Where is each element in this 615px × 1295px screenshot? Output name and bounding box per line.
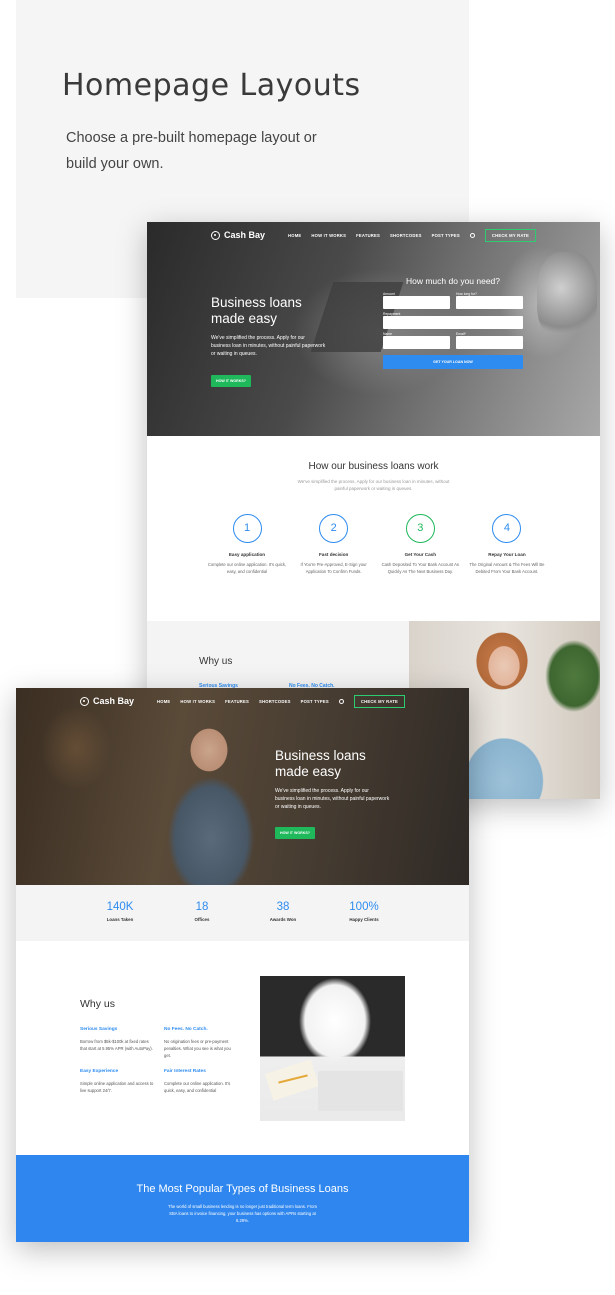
step-title: Fast decision xyxy=(318,552,349,557)
feature-title: Fair Interest Rates xyxy=(164,1069,206,1074)
check-rate-button[interactable]: CHECK MY RATE xyxy=(353,694,405,708)
stat-label: Loans Taken xyxy=(106,917,134,922)
stat-value: 140K xyxy=(106,901,134,913)
repayment-field[interactable] xyxy=(383,316,523,329)
hero-headline: Business loans made easy xyxy=(275,748,366,779)
step-number-circle: 3 xyxy=(405,514,435,543)
stat-value: 100% xyxy=(349,901,379,913)
steps-list: 1 Easy application Complete our online a… xyxy=(207,514,547,575)
nav-item-shortcodes[interactable]: SHORTCODES xyxy=(390,233,422,238)
nav-item-home[interactable]: HOME xyxy=(288,233,301,238)
hero-subtext: We've simplified the process. Apply for … xyxy=(275,788,390,810)
logo-icon xyxy=(211,230,220,240)
step-item: 3 Get Your Cash Cash Deposited To Your B… xyxy=(380,514,460,575)
stat-item: 18 Offices xyxy=(172,901,232,922)
popular-loans-band: The Most Popular Types of Business Loans… xyxy=(16,1155,469,1242)
step-description: Complete our online application. It's qu… xyxy=(207,562,287,574)
laptop-image xyxy=(318,1071,403,1111)
feature-title: Easy Experience xyxy=(80,1069,119,1074)
why-us-section: Why us Serious Savings Borrow from $5k-$… xyxy=(16,941,469,1155)
feature-title: No Fees. No Catch. xyxy=(164,1027,208,1032)
popular-description: The world of small business lending is n… xyxy=(168,1204,317,1223)
brand-logo[interactable]: Cash Bay xyxy=(80,696,134,706)
step-description: If You're Pre-Approved, E-Sign your Appl… xyxy=(300,562,367,574)
stat-label: Offices xyxy=(194,917,210,922)
nav-menu: HOME HOW IT WORKS FEATURES SHORTCODES PO… xyxy=(288,228,536,242)
brand-name: Cash Bay xyxy=(224,230,266,240)
nav-item-post-types[interactable]: POST TYPES xyxy=(432,233,460,238)
step-description: The Original Amount & The Fees Will Be D… xyxy=(469,562,545,574)
layout-preview-2[interactable]: Cash Bay HOME HOW IT WORKS FEATURES SHOR… xyxy=(16,688,469,1242)
step-title: Easy application xyxy=(228,552,266,557)
stat-item: 38 Awards Won xyxy=(253,901,313,922)
stat-value: 38 xyxy=(276,901,290,913)
check-rate-button[interactable]: CHECK MY RATE xyxy=(484,228,536,242)
hero-section: Cash Bay HOME HOW IT WORKS FEATURES SHOR… xyxy=(16,688,469,885)
feature-description: Complete our online application. It's qu… xyxy=(164,1081,231,1093)
hero-headline: Business loans made easy xyxy=(211,295,302,326)
feature-item: Easy Experience Simple online applicatio… xyxy=(80,1069,154,1094)
step-description: Cash Deposited To Your Bank Account As Q… xyxy=(381,562,460,574)
step-number-circle: 4 xyxy=(492,514,522,543)
term-field[interactable] xyxy=(456,296,523,309)
hero-plant-image xyxy=(537,252,597,342)
feature-title: Serious Savings xyxy=(80,1027,118,1032)
step-title: Repay Your Loan xyxy=(488,552,526,557)
feature-description: No origination fees or pre-payment penal… xyxy=(164,1039,231,1058)
stat-label: Awards Won xyxy=(269,917,297,922)
step-item: 2 Fast decision If You're Pre-Approved, … xyxy=(294,514,374,575)
page-title: Homepage Layouts xyxy=(62,68,361,103)
step-item: 4 Repay Your Loan The Original Amount & … xyxy=(467,514,547,575)
amount-field[interactable] xyxy=(383,296,450,309)
laptop-desk-photo xyxy=(260,976,405,1121)
popular-title: The Most Popular Types of Business Loans xyxy=(136,1183,349,1195)
nav-item-post-types[interactable]: POST TYPES xyxy=(301,699,329,704)
brand-logo[interactable]: Cash Bay xyxy=(211,230,265,240)
stat-item: 140K Loans Taken xyxy=(90,901,150,922)
top-nav: Cash Bay HOME HOW IT WORKS FEATURES SHOR… xyxy=(147,222,600,248)
hero-subtext: We've simplified the process. Apply for … xyxy=(211,335,326,357)
stat-label: Happy Clients xyxy=(349,917,379,922)
nav-item-how-it-works[interactable]: HOW IT WORKS xyxy=(180,699,215,704)
nav-item-shortcodes[interactable]: SHORTCODES xyxy=(259,699,291,704)
top-nav: Cash Bay HOME HOW IT WORKS FEATURES SHOR… xyxy=(16,688,469,714)
step-item: 1 Easy application Complete our online a… xyxy=(207,514,287,575)
nav-item-how-it-works[interactable]: HOW IT WORKS xyxy=(311,233,346,238)
stats-bar: 140K Loans Taken 18 Offices 38 Awards Wo… xyxy=(16,885,469,941)
email-field[interactable] xyxy=(456,336,523,349)
step-title: Get Your Cash xyxy=(404,552,437,557)
feature-item: No Fees. No Catch. No origination fees o… xyxy=(164,1027,238,1059)
hero-section: Cash Bay HOME HOW IT WORKS FEATURES SHOR… xyxy=(147,222,600,436)
get-loan-button[interactable]: GET YOUR LOAN NOW xyxy=(383,355,523,369)
search-icon[interactable] xyxy=(338,698,344,704)
nav-item-features[interactable]: FEATURES xyxy=(225,699,249,704)
how-subtitle: We've simplified the process. Apply for … xyxy=(297,479,450,491)
why-title: Why us xyxy=(80,998,116,1010)
feature-item: Serious Savings Borrow from $5k-$100k at… xyxy=(80,1027,154,1052)
name-field[interactable] xyxy=(383,336,450,349)
search-icon[interactable] xyxy=(469,232,475,238)
how-it-works-section: How our business loans work We've simpli… xyxy=(147,436,600,621)
step-number-circle: 2 xyxy=(319,514,349,543)
loan-form-title: How much do you need? xyxy=(405,276,501,286)
feature-description: Simple online application and access to … xyxy=(80,1081,154,1093)
feature-item: Fair Interest Rates Complete our online … xyxy=(164,1069,238,1094)
how-it-works-button[interactable]: HOW IT WORKS? xyxy=(275,827,315,839)
nav-menu: HOME HOW IT WORKS FEATURES SHORTCODES PO… xyxy=(157,694,405,708)
feature-description: Borrow from $5k-$100k at fixed rates tha… xyxy=(80,1039,153,1051)
page-description: Choose a pre-built homepage layout or bu… xyxy=(66,130,317,172)
why-title: Why us xyxy=(199,656,233,667)
step-number-circle: 1 xyxy=(232,514,262,543)
brand-name: Cash Bay xyxy=(93,696,135,706)
loan-form: How much do you need? Amount How long fo… xyxy=(383,276,523,369)
logo-icon xyxy=(80,696,89,706)
how-title: How our business loans work xyxy=(308,461,439,472)
nav-item-features[interactable]: FEATURES xyxy=(356,233,380,238)
how-it-works-button[interactable]: HOW IT WORKS? xyxy=(211,375,251,387)
nav-item-home[interactable]: HOME xyxy=(157,699,170,704)
stat-item: 100% Happy Clients xyxy=(334,901,394,922)
stat-value: 18 xyxy=(195,901,209,913)
